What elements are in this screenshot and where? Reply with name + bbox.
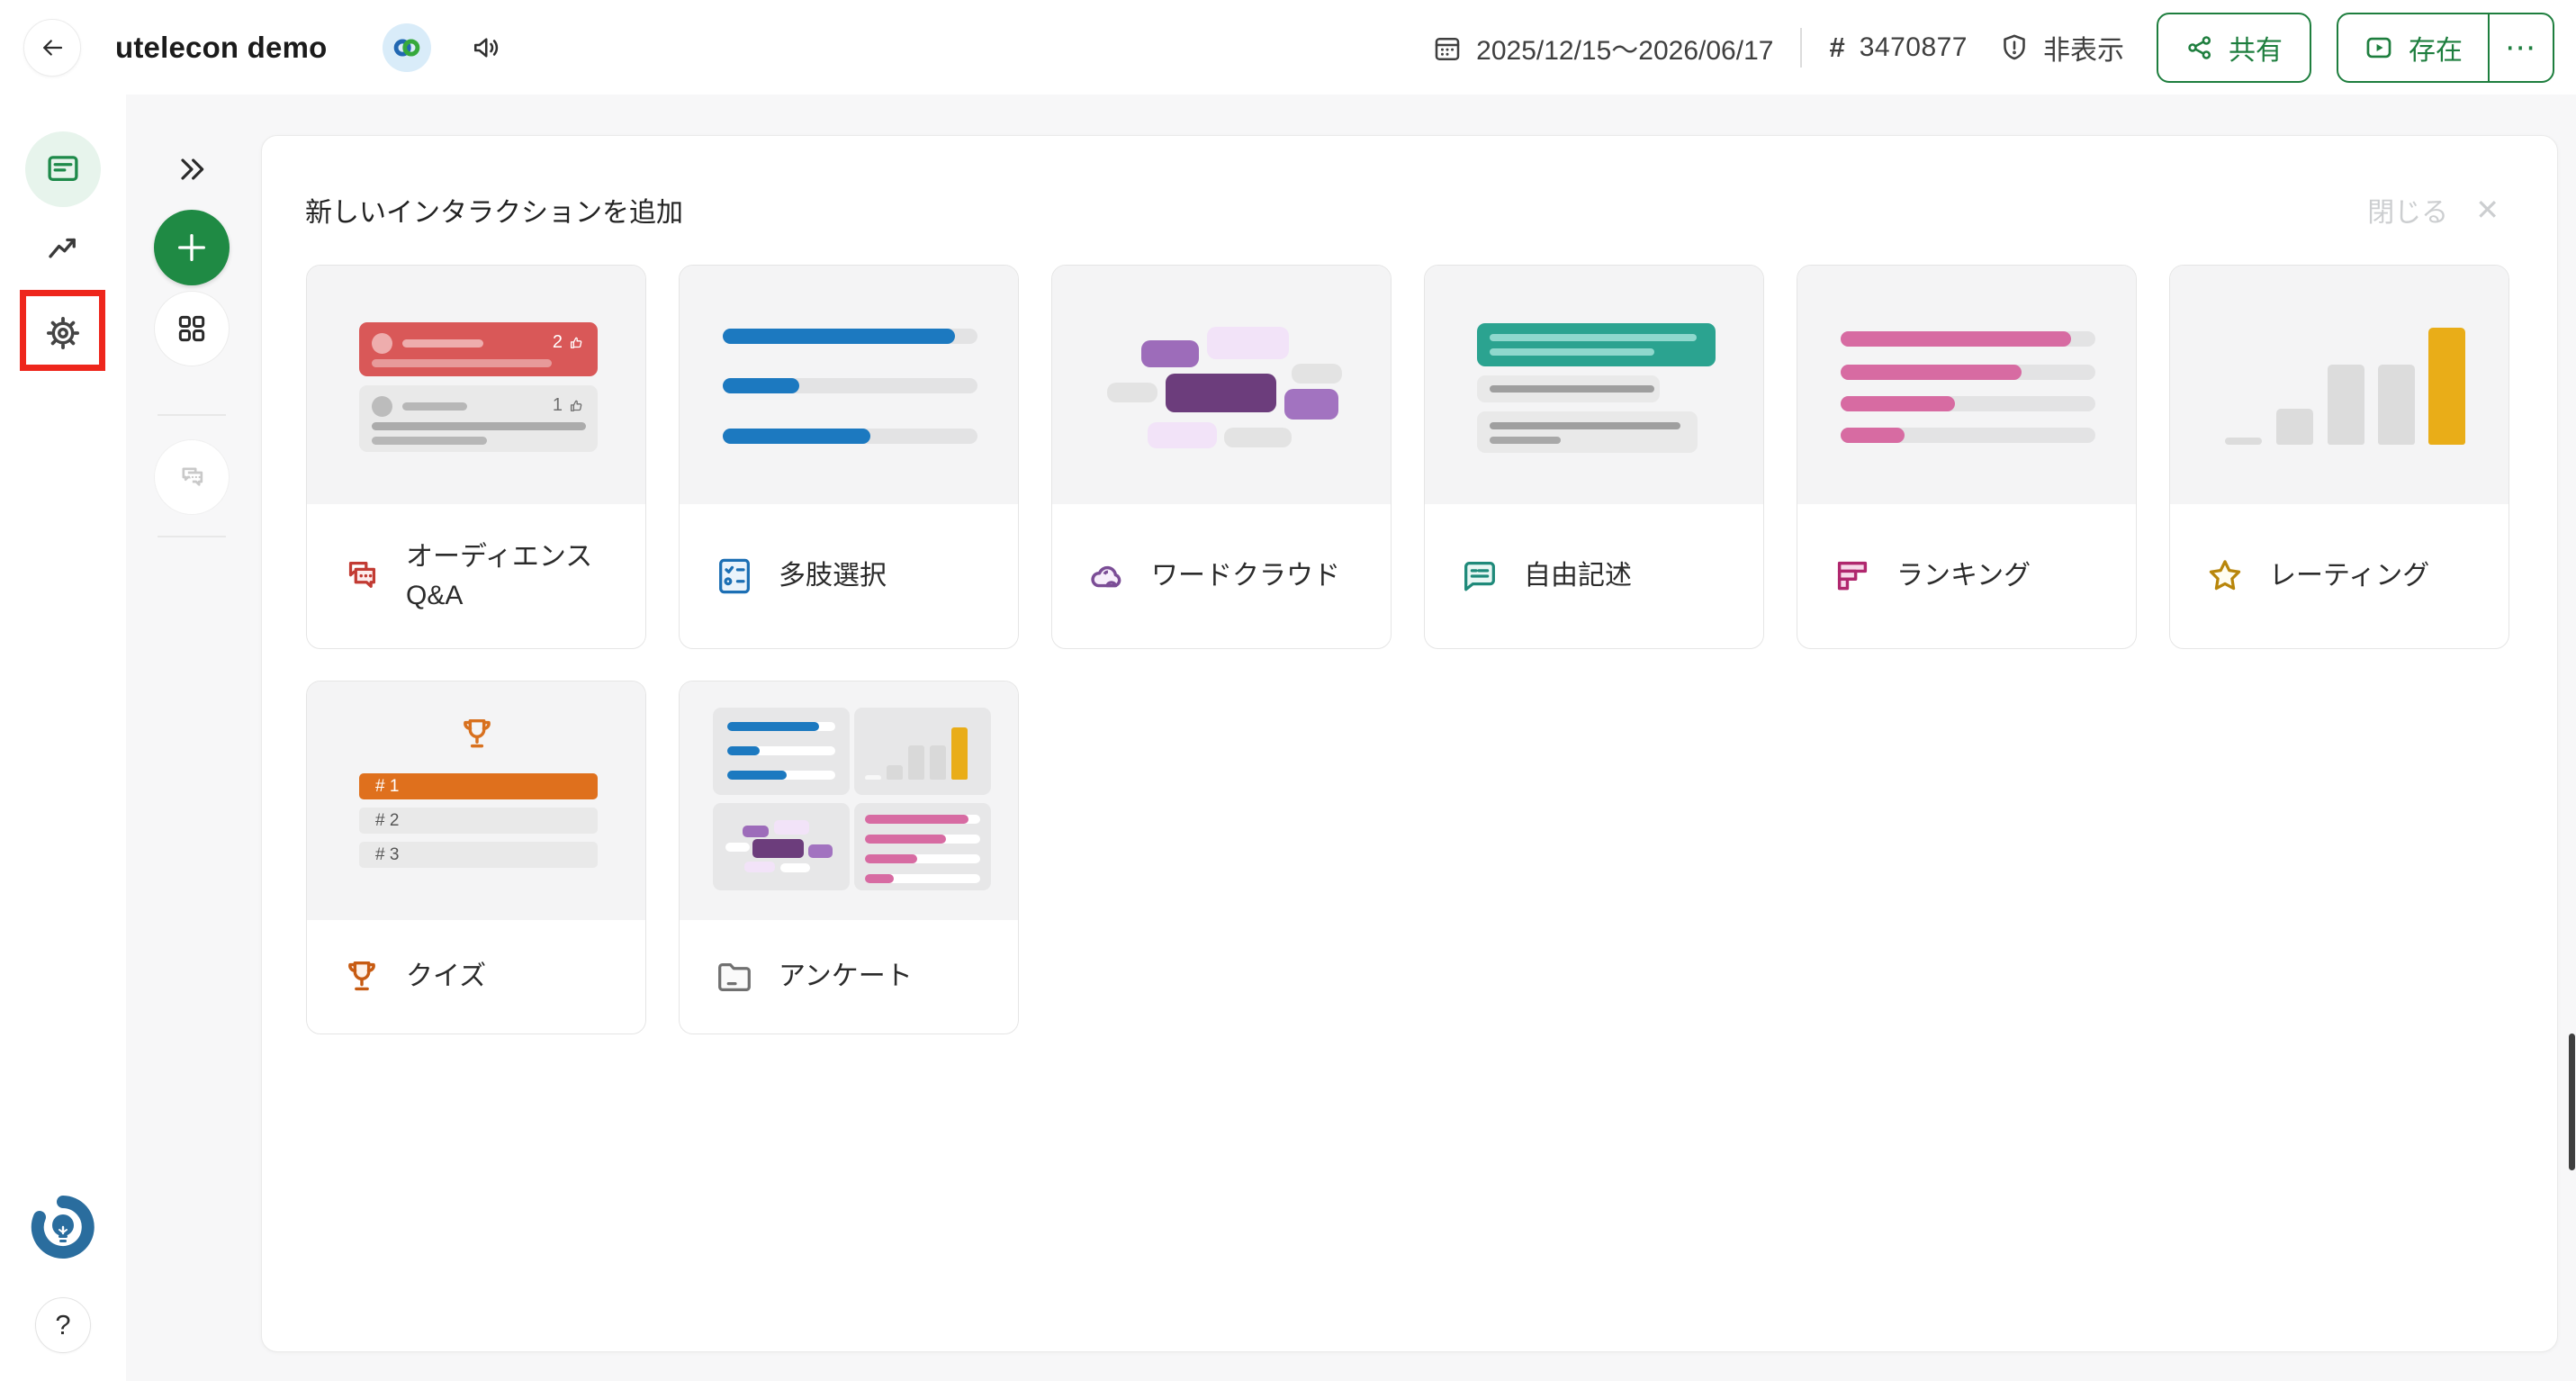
ranking-thumbnail: [1797, 266, 2136, 504]
quiz-rank-2: # 2: [359, 808, 598, 834]
sidebar-item-analytics[interactable]: [44, 230, 82, 273]
poll-thumbnail: [680, 266, 1018, 504]
collapse-rail-button[interactable]: [174, 151, 210, 192]
back-arrow-icon: [39, 34, 66, 61]
lightbulb-swirl-icon: [27, 1191, 99, 1263]
hidden-label: 非表示: [2043, 28, 2124, 68]
card-audience-qa[interactable]: 2 1 オーディエンス Q&A: [306, 265, 646, 649]
tool-rail: [126, 95, 257, 1381]
chat-bubbles-icon: [174, 459, 210, 495]
qa-bubbles-icon: [341, 555, 383, 597]
close-label: 閉じる: [2367, 190, 2448, 230]
rail-divider: [158, 536, 226, 537]
open-text-thumbnail: [1425, 266, 1763, 504]
quiz-thumbnail: # 1 # 2 # 3: [307, 681, 645, 920]
ideas-logo: [27, 1191, 99, 1263]
wordcloud-thumbnail: [1052, 266, 1391, 504]
present-button[interactable]: 存在: [2338, 14, 2488, 81]
share-label: 共有: [2229, 28, 2283, 68]
share-button[interactable]: 共有: [2157, 13, 2311, 83]
hidden-status[interactable]: 非表示: [1998, 28, 2124, 68]
close-icon: ✕: [2475, 193, 2499, 227]
annotation-highlight-box: [20, 290, 105, 371]
trophy-icon: [341, 956, 383, 997]
card-ranking[interactable]: ランキング: [1797, 265, 2137, 649]
quiz-rank-1: # 1: [359, 773, 598, 799]
page-scrollbar-thumb[interactable]: [2569, 1033, 2575, 1170]
poll-checklist-icon: [714, 555, 755, 597]
add-interaction-button[interactable]: [154, 210, 230, 285]
card-rating[interactable]: レーティング: [2169, 265, 2509, 649]
session-meta: 2025/12/15〜2026/06/17 # 3470877 非表示: [1431, 28, 2124, 68]
ranking-steps-icon: [1832, 555, 1873, 597]
more-options-button[interactable]: ⋯: [2488, 14, 2553, 81]
webex-logo[interactable]: [383, 23, 431, 72]
survey-folder-icon: [714, 956, 755, 997]
templates-button[interactable]: [154, 291, 230, 366]
trophy-icon: [456, 714, 498, 755]
share-icon: [2185, 33, 2214, 62]
card-label-text: 自由記述: [1524, 556, 1632, 596]
card-label-text: レーティング: [2269, 556, 2429, 596]
card-label-text: クイズ: [406, 957, 486, 997]
grid-icon: [175, 311, 209, 346]
webex-rings-icon: [392, 32, 422, 63]
date-range: 2025/12/15〜2026/06/17: [1476, 28, 1773, 68]
meta-divider: [1800, 28, 1802, 68]
add-interaction-panel: 新しいインタラクションを追加 閉じる ✕ 2 1: [261, 135, 2558, 1352]
star-icon: [2204, 555, 2246, 597]
rail-divider: [158, 414, 226, 416]
calendar-icon: [1431, 32, 1464, 64]
event-code: 3470877: [1860, 32, 1968, 63]
panel-heading: 新しいインタラクションを追加: [305, 190, 683, 230]
left-sidebar: ?: [0, 95, 126, 1381]
present-split-button: 存在 ⋯: [2337, 13, 2554, 83]
panel-close[interactable]: 閉じる ✕: [2367, 190, 2499, 230]
workspace: 新しいインタラクションを追加 閉じる ✕ 2 1: [126, 95, 2576, 1381]
trend-icon: [44, 230, 82, 268]
rating-thumbnail: [2170, 266, 2508, 504]
card-survey[interactable]: アンケート: [679, 681, 1019, 1034]
help-button[interactable]: ?: [35, 1297, 91, 1353]
back-button[interactable]: [23, 19, 81, 77]
card-label-text: オーディエンス Q&A: [406, 537, 624, 616]
qa-thumbnail: 2 1: [307, 266, 645, 504]
card-label-text: ワードクラウド: [1151, 556, 1340, 596]
sidebar-item-interactions[interactable]: [25, 131, 101, 207]
page-title: utelecon demo: [115, 31, 327, 65]
interactions-banner-icon: [44, 150, 82, 188]
card-label-text: アンケート: [779, 957, 913, 997]
double-chevron-right-icon: [174, 151, 210, 187]
chat-button-disabled[interactable]: [154, 439, 230, 515]
question-mark-icon: ?: [55, 1309, 70, 1341]
plus-icon: [174, 230, 210, 266]
quiz-rank-3: # 3: [359, 842, 598, 868]
card-quiz[interactable]: # 1 # 2 # 3 クイズ: [306, 681, 646, 1034]
shield-alert-icon: [1998, 32, 2031, 64]
card-word-cloud[interactable]: ワードクラウド: [1051, 265, 1392, 649]
card-multiple-choice[interactable]: 多肢選択: [679, 265, 1019, 649]
open-text-bubble-icon: [1459, 555, 1500, 597]
thumb-up-icon: [569, 335, 585, 351]
card-label-text: 多肢選択: [779, 556, 887, 596]
speaker-icon: [471, 32, 503, 64]
present-play-icon: [2364, 32, 2394, 63]
word-cloud-icon: [1086, 555, 1128, 597]
thumb-up-icon: [569, 398, 585, 414]
hash-icon: #: [1829, 32, 1844, 64]
present-label: 存在: [2409, 28, 2463, 68]
card-open-text[interactable]: 自由記述: [1424, 265, 1764, 649]
top-bar: utelecon demo 2025/12/15〜2026/06/17 # 34…: [0, 0, 2576, 95]
survey-thumbnail: [680, 681, 1018, 920]
card-label-text: ランキング: [1896, 556, 2031, 596]
announcement-button[interactable]: [471, 32, 503, 64]
